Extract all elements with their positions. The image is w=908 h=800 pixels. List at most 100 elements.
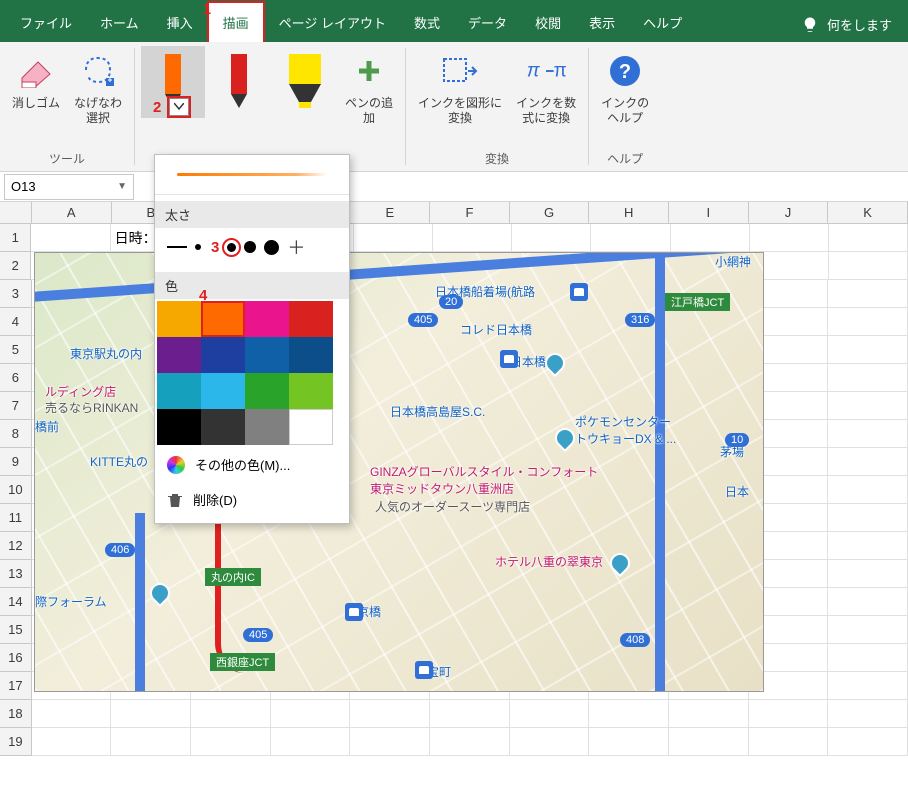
cell-K15[interactable] xyxy=(828,616,908,644)
row-5[interactable]: 5 xyxy=(0,336,32,364)
name-box-dropdown-icon[interactable]: ▼ xyxy=(117,181,127,192)
color-swatch-2-3[interactable] xyxy=(289,373,333,409)
row-15[interactable]: 15 xyxy=(0,616,32,644)
row-7[interactable]: 7 xyxy=(0,392,32,420)
row-18[interactable]: 18 xyxy=(0,700,32,728)
tab-view[interactable]: 表示 xyxy=(575,3,629,42)
cell-K6[interactable] xyxy=(828,364,908,392)
row-17[interactable]: 17 xyxy=(0,672,32,700)
thickness-dot-2[interactable] xyxy=(227,243,236,252)
embedded-map-image[interactable]: 日本橋船着場(航路コレド日本橋日本橋日本橋高島屋S.C.ポケモンセンター トウキ… xyxy=(34,252,764,692)
row-3[interactable]: 3 xyxy=(0,280,32,308)
col-I[interactable]: I xyxy=(669,202,749,224)
thickness-dot-3[interactable] xyxy=(244,241,256,253)
cell-K2[interactable] xyxy=(829,252,908,280)
cell-K9[interactable] xyxy=(828,448,908,476)
row-9[interactable]: 9 xyxy=(0,448,32,476)
pen-slot-2[interactable] xyxy=(207,46,271,118)
cell-I18[interactable] xyxy=(669,700,749,728)
col-H[interactable]: H xyxy=(589,202,669,224)
cell-E19[interactable] xyxy=(350,728,430,756)
cell-J19[interactable] xyxy=(749,728,829,756)
cell-K12[interactable] xyxy=(828,532,908,560)
eraser-button[interactable]: 消しゴム xyxy=(6,46,66,115)
row-4[interactable]: 4 xyxy=(0,308,32,336)
row-11[interactable]: 11 xyxy=(0,504,32,532)
cell-J18[interactable] xyxy=(749,700,829,728)
col-E[interactable]: E xyxy=(350,202,430,224)
cell-K3[interactable] xyxy=(828,280,908,308)
color-swatch-3-2[interactable] xyxy=(245,409,289,445)
row-2[interactable]: 2 xyxy=(0,252,31,280)
tab-file[interactable]: ファイル xyxy=(6,3,86,42)
tab-formulas[interactable]: 数式 xyxy=(400,3,454,42)
row-8[interactable]: 8 xyxy=(0,420,32,448)
pen-slot-1[interactable]: 2 xyxy=(141,46,205,118)
select-all-corner[interactable] xyxy=(0,202,32,224)
color-swatch-1-3[interactable] xyxy=(289,337,333,373)
more-colors-item[interactable]: その他の色(M)... xyxy=(155,447,349,482)
tab-draw[interactable]: 1 描画 xyxy=(207,1,265,42)
cell-K14[interactable] xyxy=(828,588,908,616)
cell-H19[interactable] xyxy=(589,728,669,756)
cell-D19[interactable] xyxy=(271,728,351,756)
color-swatch-3-3[interactable] xyxy=(289,409,333,445)
thickness-dot-1[interactable] xyxy=(195,244,201,250)
tab-page-layout[interactable]: ページ レイアウト xyxy=(265,3,400,42)
col-A[interactable]: A xyxy=(32,202,112,224)
cell-F18[interactable] xyxy=(430,700,510,728)
cell-I19[interactable] xyxy=(669,728,749,756)
cell-K8[interactable] xyxy=(828,420,908,448)
cell-K19[interactable] xyxy=(828,728,908,756)
ink-to-shape-button[interactable]: インクを図形に 変換 xyxy=(412,46,508,130)
name-box[interactable]: O13 ▼ xyxy=(4,174,134,200)
thickness-more-icon[interactable]: ＋ xyxy=(287,238,305,256)
cell-E1[interactable] xyxy=(354,224,433,252)
cell-B18[interactable] xyxy=(111,700,191,728)
cell-F1[interactable] xyxy=(433,224,512,252)
col-K[interactable]: K xyxy=(828,202,908,224)
cell-K7[interactable] xyxy=(828,392,908,420)
add-pen-button[interactable]: ペンの追 加 xyxy=(339,46,399,130)
row-14[interactable]: 14 xyxy=(0,588,32,616)
tab-insert[interactable]: 挿入 xyxy=(153,3,207,42)
color-swatch-2-2[interactable] xyxy=(245,373,289,409)
cell-K18[interactable] xyxy=(828,700,908,728)
row-13[interactable]: 13 xyxy=(0,560,32,588)
tab-review[interactable]: 校閲 xyxy=(521,3,575,42)
tab-data[interactable]: データ xyxy=(454,3,521,42)
color-swatch-0-0[interactable] xyxy=(157,301,201,337)
cell-H1[interactable] xyxy=(591,224,670,252)
cell-E18[interactable] xyxy=(350,700,430,728)
cell-A18[interactable] xyxy=(32,700,112,728)
cell-G1[interactable] xyxy=(512,224,591,252)
cell-K13[interactable] xyxy=(828,560,908,588)
col-F[interactable]: F xyxy=(430,202,510,224)
cell-K16[interactable] xyxy=(828,644,908,672)
lasso-button[interactable]: なげなわ 選択 xyxy=(68,46,128,130)
ink-to-math-button[interactable]: ππ インクを数 式に変換 xyxy=(510,46,582,130)
cell-J1[interactable] xyxy=(750,224,829,252)
tab-help[interactable]: ヘルプ xyxy=(629,3,696,42)
cell-K11[interactable] xyxy=(828,504,908,532)
pen-1-dropdown[interactable] xyxy=(169,98,189,116)
color-swatch-3-1[interactable] xyxy=(201,409,245,445)
cell-C18[interactable] xyxy=(191,700,271,728)
color-swatch-0-2[interactable] xyxy=(245,301,289,337)
ink-help-button[interactable]: ? インクの ヘルプ xyxy=(595,46,655,130)
color-swatch-1-1[interactable] xyxy=(201,337,245,373)
cell-G18[interactable] xyxy=(510,700,590,728)
row-16[interactable]: 16 xyxy=(0,644,32,672)
tab-home[interactable]: ホーム xyxy=(86,3,153,42)
cell-I1[interactable] xyxy=(671,224,750,252)
row-19[interactable]: 19 xyxy=(0,728,32,756)
color-swatch-0-1[interactable]: 4 xyxy=(201,301,245,337)
cell-F19[interactable] xyxy=(430,728,510,756)
cell-G19[interactable] xyxy=(510,728,590,756)
cell-D18[interactable] xyxy=(271,700,351,728)
row-1[interactable]: 1 xyxy=(0,224,31,252)
cell-K17[interactable] xyxy=(828,672,908,700)
row-12[interactable]: 12 xyxy=(0,532,32,560)
cell-A1[interactable] xyxy=(31,224,110,252)
row-10[interactable]: 10 xyxy=(0,476,32,504)
